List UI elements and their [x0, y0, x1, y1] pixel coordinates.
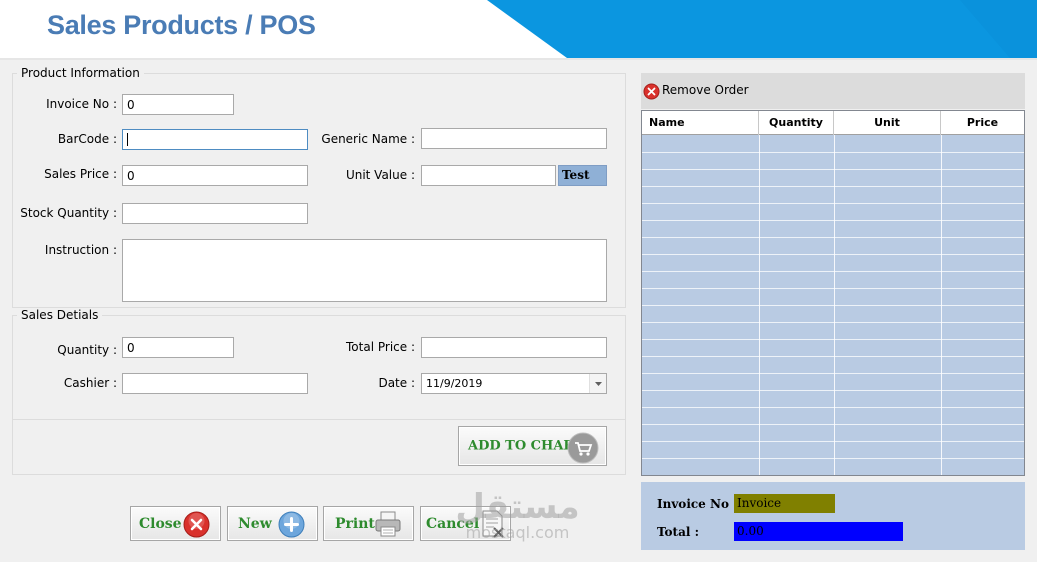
grid-column-line: [834, 135, 835, 475]
remove-order-label: Remove Order: [662, 83, 749, 97]
date-value: 11/9/2019: [426, 377, 483, 390]
new-label: New: [238, 515, 272, 532]
grid-row-line: [642, 407, 1024, 408]
grid-row-line: [642, 271, 1024, 272]
grid-row-line: [642, 237, 1024, 238]
summary-invoice-label: Invoice No :: [657, 497, 738, 511]
product-information-legend: Product Information: [17, 66, 144, 80]
print-button[interactable]: Print: [323, 506, 414, 541]
invoice-no-label: Invoice No :: [46, 97, 117, 111]
add-to-chart-button[interactable]: ADD TO CHART: [458, 426, 607, 466]
column-header-quantity[interactable]: Quantity: [759, 111, 834, 135]
column-header-price[interactable]: Price: [941, 111, 1024, 135]
column-header-unit[interactable]: Unit: [834, 111, 941, 135]
sales-details-group: [12, 315, 626, 420]
total-price-label: Total Price :: [346, 340, 415, 354]
grid-row-line: [642, 288, 1024, 289]
quantity-label: Quantity :: [57, 343, 117, 357]
grid-row-line: [642, 373, 1024, 374]
grid-row-line: [642, 356, 1024, 357]
test-label-box: Test: [558, 165, 607, 186]
grid-row-line: [642, 254, 1024, 255]
summary-invoice-value: Invoice: [734, 494, 835, 513]
sales-price-input[interactable]: [122, 165, 308, 186]
grid-row-line: [642, 203, 1024, 204]
grid-row-line: [642, 322, 1024, 323]
chevron-down-icon[interactable]: [589, 374, 606, 393]
page-title: Sales Products / POS: [47, 10, 316, 40]
date-picker[interactable]: 11/9/2019: [421, 373, 607, 394]
grid-row-line: [642, 220, 1024, 221]
invoice-no-input[interactable]: [122, 94, 234, 115]
date-label: Date :: [378, 376, 415, 390]
generic-name-label: Generic Name :: [321, 132, 415, 146]
column-header-name[interactable]: Name: [642, 111, 759, 135]
instruction-textarea[interactable]: [122, 239, 607, 302]
grid-row-line: [642, 441, 1024, 442]
new-button[interactable]: New: [227, 506, 318, 541]
print-label: Print: [335, 515, 375, 532]
grid-row-line: [642, 186, 1024, 187]
watermark-arabic: مستقل: [455, 487, 580, 527]
unit-value-label: Unit Value :: [345, 168, 415, 182]
instruction-label: Instruction :: [44, 243, 117, 257]
grid-row-line: [642, 152, 1024, 153]
order-grid[interactable]: Name Quantity Unit Price: [641, 110, 1025, 476]
summary-panel: Invoice No : Invoice Total : 0.00: [641, 482, 1025, 550]
summary-total-value: 0.00: [734, 522, 903, 541]
grid-header: Name Quantity Unit Price: [642, 111, 1024, 135]
grid-column-line: [941, 135, 942, 475]
printer-icon: [373, 510, 403, 542]
test-label: Test: [562, 168, 590, 182]
remove-order-icon: [643, 83, 660, 103]
grid-row-line: [642, 169, 1024, 170]
grid-row-line: [642, 339, 1024, 340]
shopping-cart-icon: [567, 432, 599, 468]
grid-row-line: [642, 390, 1024, 391]
quantity-input[interactable]: [122, 337, 234, 358]
grid-row-line: [642, 424, 1024, 425]
stock-quantity-input[interactable]: [122, 203, 308, 224]
grid-row-line: [642, 305, 1024, 306]
cashier-label: Cashier :: [63, 376, 117, 390]
close-icon: [183, 511, 210, 542]
close-label: Close: [139, 515, 182, 532]
close-button[interactable]: Close: [130, 506, 221, 541]
watermark-latin: mostaql.com: [465, 523, 570, 542]
plus-icon: [278, 511, 305, 542]
summary-total-label: Total :: [657, 525, 700, 539]
order-toolbar: Remove Order: [641, 73, 1025, 109]
unit-value-input[interactable]: [421, 165, 556, 186]
total-price-input[interactable]: [421, 337, 607, 358]
grid-column-line: [759, 135, 760, 475]
cashier-input[interactable]: [122, 373, 308, 394]
watermark: مستقل mostaql.com: [455, 490, 580, 542]
header-banner: Sales Products / POS: [0, 0, 1037, 60]
barcode-label: BarCode :: [57, 132, 117, 146]
generic-name-input[interactable]: [421, 128, 607, 149]
sales-details-legend: Sales Detials: [17, 308, 103, 322]
sales-price-label: Sales Price :: [44, 167, 117, 181]
stock-quantity-label: Stock Quantity :: [20, 206, 117, 220]
barcode-input[interactable]: [122, 129, 308, 150]
text-caret: [127, 133, 128, 146]
grid-row-line: [642, 458, 1024, 459]
